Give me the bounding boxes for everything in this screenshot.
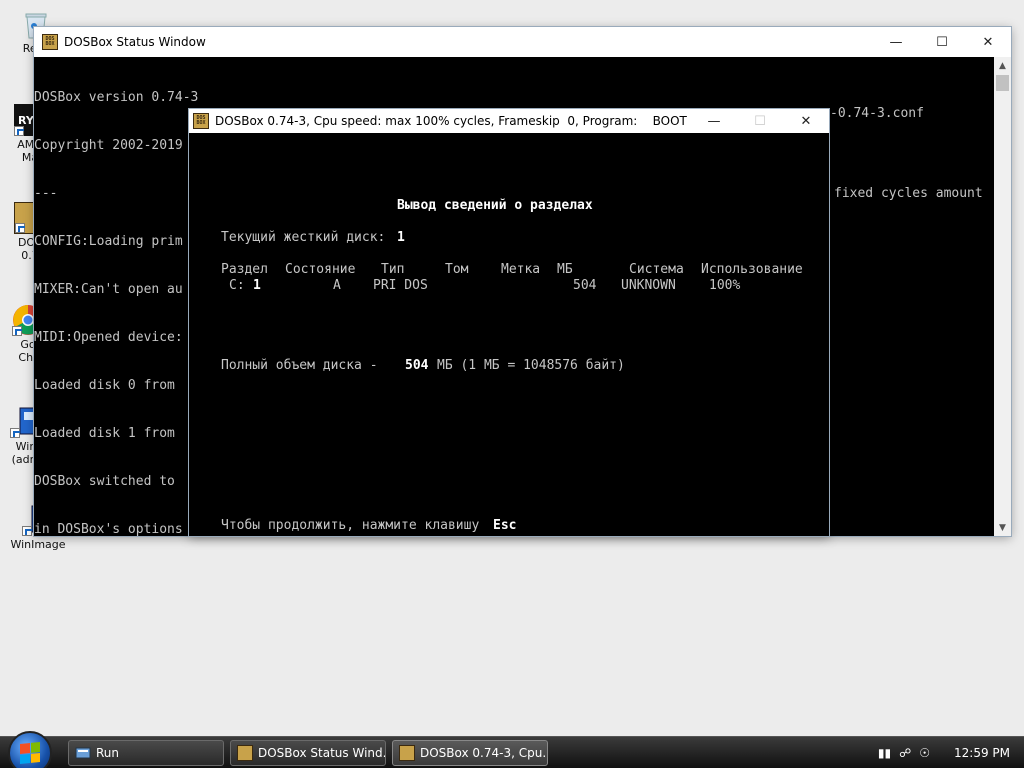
mb-cell: 504 [573,278,597,293]
desktop-icon-label: WinImage [10,538,66,551]
shortcut-arrow-icon [12,326,22,336]
dosbox-icon: DOS BOX [193,113,209,129]
boot-window-titlebar[interactable]: DOS BOX DOSBox 0.74-3, Cpu speed: max 100… [189,109,829,133]
partition-number-cell: 1 [253,278,261,293]
dosbox-icon [399,745,415,761]
run-icon [75,747,91,759]
console-line: DOSBox version 0.74-3 [34,90,199,105]
tray-volume-icon[interactable]: ▮▮ [878,746,891,760]
scrollbar-thumb[interactable] [996,75,1009,91]
screen-heading: Вывод сведений о разделах [397,198,593,213]
clock[interactable]: 12:59 PM [954,746,1010,760]
continue-prompt: Чтобы продолжить, нажмите клавишу [221,518,480,533]
column-header: Тип [381,262,405,277]
shortcut-arrow-icon [14,126,24,136]
status-cell: A [333,278,341,293]
minimize-button[interactable]: — [873,27,919,57]
total-size-value: 504 [405,358,429,373]
column-header: Использование [701,262,803,277]
dosbox-icon [237,745,253,761]
dos-screen[interactable]: Вывод сведений о разделах Текущий жестки… [189,133,829,536]
tray-shield-icon[interactable]: ☉ [919,746,930,760]
current-disk-value: 1 [397,230,405,245]
scroll-up-arrow-icon[interactable]: ▲ [994,57,1011,74]
tray-network-icon[interactable]: ☍ [899,746,911,760]
windows-logo-icon [20,741,40,765]
start-button[interactable] [8,731,52,768]
type-cell: PRI DOS [373,278,428,293]
console-line-fragment: -0.74-3.conf [830,106,924,121]
partition-cell: C: [229,278,245,293]
column-header: Состояние [285,262,356,277]
system-tray: ▮▮ ☍ ☉ 12:59 PM [878,737,1024,768]
dosbox-icon: DOS BOX [42,34,58,50]
dosbox-boot-window[interactable]: DOS BOX DOSBox 0.74-3, Cpu speed: max 100… [189,109,829,536]
maximize-button[interactable]: ☐ [919,27,965,57]
status-window-titlebar[interactable]: DOS BOX DOSBox Status Window — ☐ ✕ [34,27,1011,57]
continue-key: Esc [493,518,517,533]
column-header: Система [629,262,684,277]
taskbar-item-dosbox-status[interactable]: DOSBox Status Wind... [230,740,386,766]
minimize-button[interactable]: — [691,109,737,133]
total-size-suffix: МБ (1 МБ = 1048576 байт) [437,358,625,373]
close-button[interactable]: ✕ [783,109,829,133]
usage-cell: 100% [709,278,741,293]
taskbar-item-label: Run [96,746,120,760]
taskbar-item-label: DOSBox Status Wind... [258,746,386,760]
shortcut-arrow-icon [15,223,25,233]
scroll-down-arrow-icon[interactable]: ▼ [994,519,1011,536]
column-header: Раздел [221,262,268,277]
shortcut-arrow-icon [22,526,32,536]
taskbar-item-label: DOSBox 0.74-3, Cpu... [420,746,548,760]
window-title: DOSBox Status Window [64,35,206,49]
system-cell: UNKNOWN [621,278,676,293]
shortcut-arrow-icon [10,428,20,438]
taskbar-item-dosbox-boot[interactable]: DOSBox 0.74-3, Cpu... [392,740,548,766]
taskbar-item-run[interactable]: Run [68,740,224,766]
close-button[interactable]: ✕ [965,27,1011,57]
window-title: DOSBox 0.74-3, Cpu speed: max 100% cycle… [215,114,687,128]
column-header: Том [445,262,469,277]
taskbar: Run DOSBox Status Wind... DOSBox 0.74-3,… [0,731,1024,768]
vertical-scrollbar[interactable]: ▲ ▼ [994,57,1011,536]
console-line-fragment: fixed cycles amount [834,186,983,201]
maximize-button: ☐ [754,113,766,129]
current-disk-label: Текущий жесткий диск: [221,230,386,245]
column-header: Метка [501,262,541,277]
column-header: МБ [557,262,573,277]
total-size-label: Полный объем диска - [221,358,378,373]
